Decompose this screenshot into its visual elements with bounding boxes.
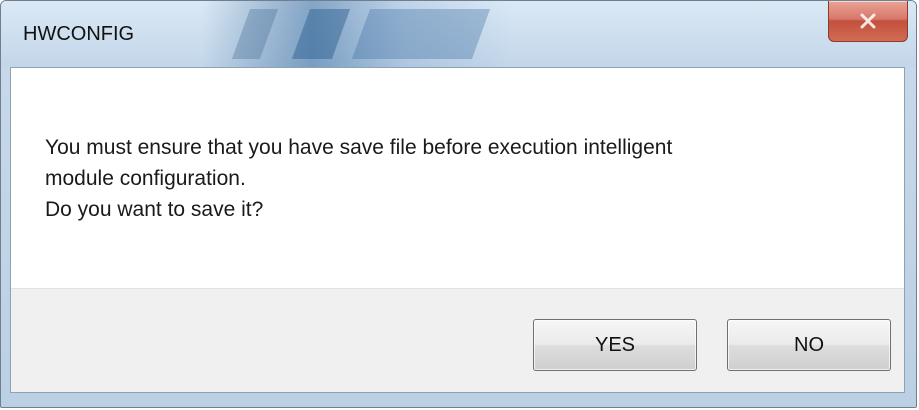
message-line: Do you want to save it? (45, 198, 264, 221)
title-bar[interactable]: HWCONFIG (1, 1, 916, 67)
dialog-window: HWCONFIG You must ensure that you have s… (0, 0, 917, 408)
message-line: You must ensure that you have save file … (45, 136, 673, 159)
title-bar-decoration (351, 9, 491, 59)
dialog-body: You must ensure that you have save file … (10, 67, 905, 393)
window-title: HWCONFIG (23, 23, 135, 45)
button-bar: YES NO (11, 288, 904, 392)
message-line: module configuration. (45, 167, 246, 190)
title-bar-decoration (231, 9, 279, 59)
title-bar-decoration (291, 9, 351, 59)
close-button[interactable] (828, 1, 908, 42)
yes-button[interactable]: YES (533, 319, 697, 371)
close-icon (857, 12, 879, 30)
no-button[interactable]: NO (727, 319, 891, 371)
message-text: You must ensure that you have save file … (45, 132, 885, 225)
